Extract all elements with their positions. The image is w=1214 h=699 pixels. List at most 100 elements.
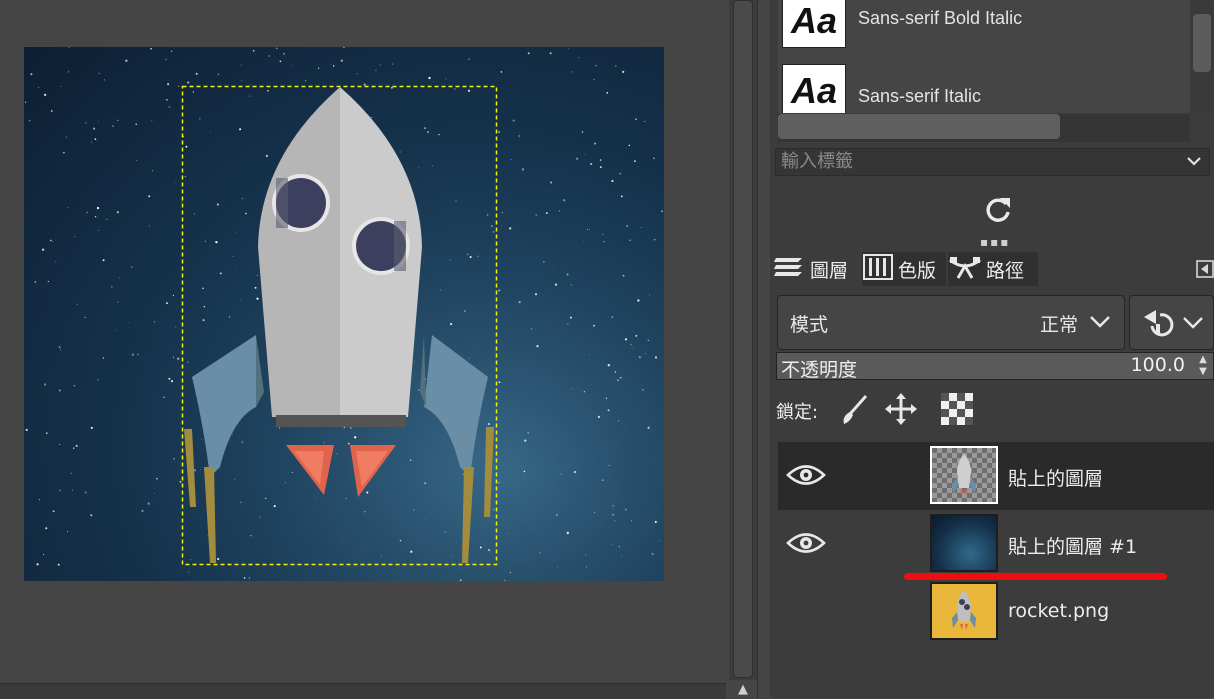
star — [67, 71, 70, 73]
lock-alpha-icon[interactable] — [940, 392, 974, 430]
visibility-eye-icon[interactable] — [786, 528, 826, 558]
star — [67, 530, 68, 532]
opacity-value[interactable]: 100.0 — [1131, 354, 1185, 376]
star — [524, 439, 527, 442]
star — [110, 285, 113, 288]
tab-paths[interactable]: 路徑 — [948, 252, 1038, 286]
opacity-slider[interactable]: 不透明度 100.0 ▲ ▼ — [776, 352, 1214, 381]
font-list-item[interactable]: Aa Sans-serif Italic — [778, 64, 1190, 113]
layer-thumbnail[interactable] — [930, 582, 998, 640]
star — [444, 530, 447, 533]
tab-label: 色版 — [898, 259, 937, 282]
star — [619, 376, 622, 379]
tab-label: 路徑 — [986, 259, 1025, 282]
layer-name[interactable]: 貼上的圖層 #1 — [1008, 532, 1137, 559]
star — [163, 396, 165, 398]
star — [125, 59, 128, 62]
font-list-hscroll-thumb[interactable] — [778, 114, 1060, 139]
star — [265, 497, 267, 500]
paths-icon — [948, 252, 982, 287]
tab-channels[interactable]: 色版 — [862, 252, 946, 286]
star — [86, 211, 88, 214]
layer-thumbnail[interactable] — [930, 514, 998, 572]
star — [248, 577, 251, 579]
refresh-icon[interactable] — [970, 190, 1026, 230]
star — [216, 203, 219, 206]
font-list-scrollbar[interactable] — [1190, 0, 1214, 113]
star — [560, 473, 562, 475]
star — [364, 511, 366, 513]
star — [571, 388, 573, 390]
opacity-label: 不透明度 — [781, 359, 858, 381]
star — [450, 555, 452, 556]
star — [588, 354, 590, 356]
layer-mode-select[interactable]: 模式 正常 — [777, 295, 1125, 350]
star — [618, 546, 620, 548]
pane-divider[interactable] — [757, 0, 770, 698]
star — [557, 566, 558, 568]
star — [90, 426, 93, 429]
canvas-vertical-scrollbar[interactable] — [729, 0, 757, 680]
panel-menu-icon[interactable] — [1196, 258, 1214, 280]
star — [363, 83, 366, 86]
dock-grip-handle[interactable]: ▪▪▪ — [980, 236, 1020, 248]
vertical-scrollbar-thumb[interactable] — [733, 0, 753, 678]
star — [614, 371, 617, 373]
star — [130, 266, 133, 268]
layer-row[interactable]: 貼上的圖層 — [778, 442, 1214, 510]
star — [84, 317, 86, 319]
chevron-down-icon[interactable] — [1185, 149, 1203, 183]
image-canvas[interactable] — [24, 47, 664, 581]
star — [202, 287, 204, 290]
star — [58, 346, 61, 349]
star — [98, 120, 99, 122]
star — [168, 377, 171, 380]
star — [165, 302, 169, 305]
star — [587, 228, 589, 230]
star — [131, 353, 134, 356]
star — [234, 232, 236, 233]
font-list-item[interactable]: Aa Sans-serif Bold Italic — [778, 0, 1190, 50]
composite-mode-select[interactable] — [1129, 295, 1214, 350]
star — [60, 349, 61, 351]
layer-name[interactable]: rocket.png — [1008, 600, 1109, 622]
star — [305, 80, 307, 82]
font-list-horizontal-scrollbar[interactable] — [778, 114, 1190, 142]
tag-input[interactable]: 輸入標籤 — [775, 148, 1210, 176]
star — [649, 294, 651, 296]
star — [185, 145, 188, 148]
star — [527, 432, 529, 434]
star — [413, 509, 415, 511]
canvas-horizontal-scrollbar[interactable] — [0, 683, 726, 699]
star — [243, 577, 246, 579]
star — [423, 259, 425, 261]
layer-row[interactable]: rocket.png — [778, 578, 1214, 646]
star — [256, 274, 259, 277]
star — [594, 512, 595, 514]
star — [333, 65, 335, 67]
star — [607, 364, 610, 367]
star — [179, 480, 182, 483]
layer-thumbnail[interactable] — [930, 446, 998, 504]
lock-position-icon[interactable] — [884, 392, 918, 430]
star — [659, 540, 660, 542]
star — [635, 118, 637, 121]
font-list: Aa Sans-serif Bold Italic Aa Sans-serif … — [778, 0, 1190, 113]
scroll-up-arrow-icon[interactable]: ▲ — [729, 682, 757, 698]
star — [456, 542, 458, 544]
star — [644, 121, 646, 123]
star — [614, 520, 616, 522]
lock-pixels-icon[interactable] — [838, 392, 872, 430]
font-preview: Aa — [782, 0, 846, 48]
star — [256, 297, 259, 300]
visibility-eye-icon[interactable] — [786, 460, 826, 490]
star — [268, 55, 270, 57]
lock-label: 鎖定: — [776, 402, 819, 423]
layer-name[interactable]: 貼上的圖層 — [1008, 464, 1103, 491]
opacity-spinner-icon[interactable]: ▲ ▼ — [1195, 354, 1211, 378]
star — [512, 119, 515, 122]
font-list-scrollbar-thumb[interactable] — [1193, 14, 1211, 72]
tab-layers[interactable]: 圖層 — [772, 252, 862, 286]
layer-row[interactable]: 貼上的圖層 #1 — [778, 510, 1214, 578]
star — [273, 505, 276, 508]
